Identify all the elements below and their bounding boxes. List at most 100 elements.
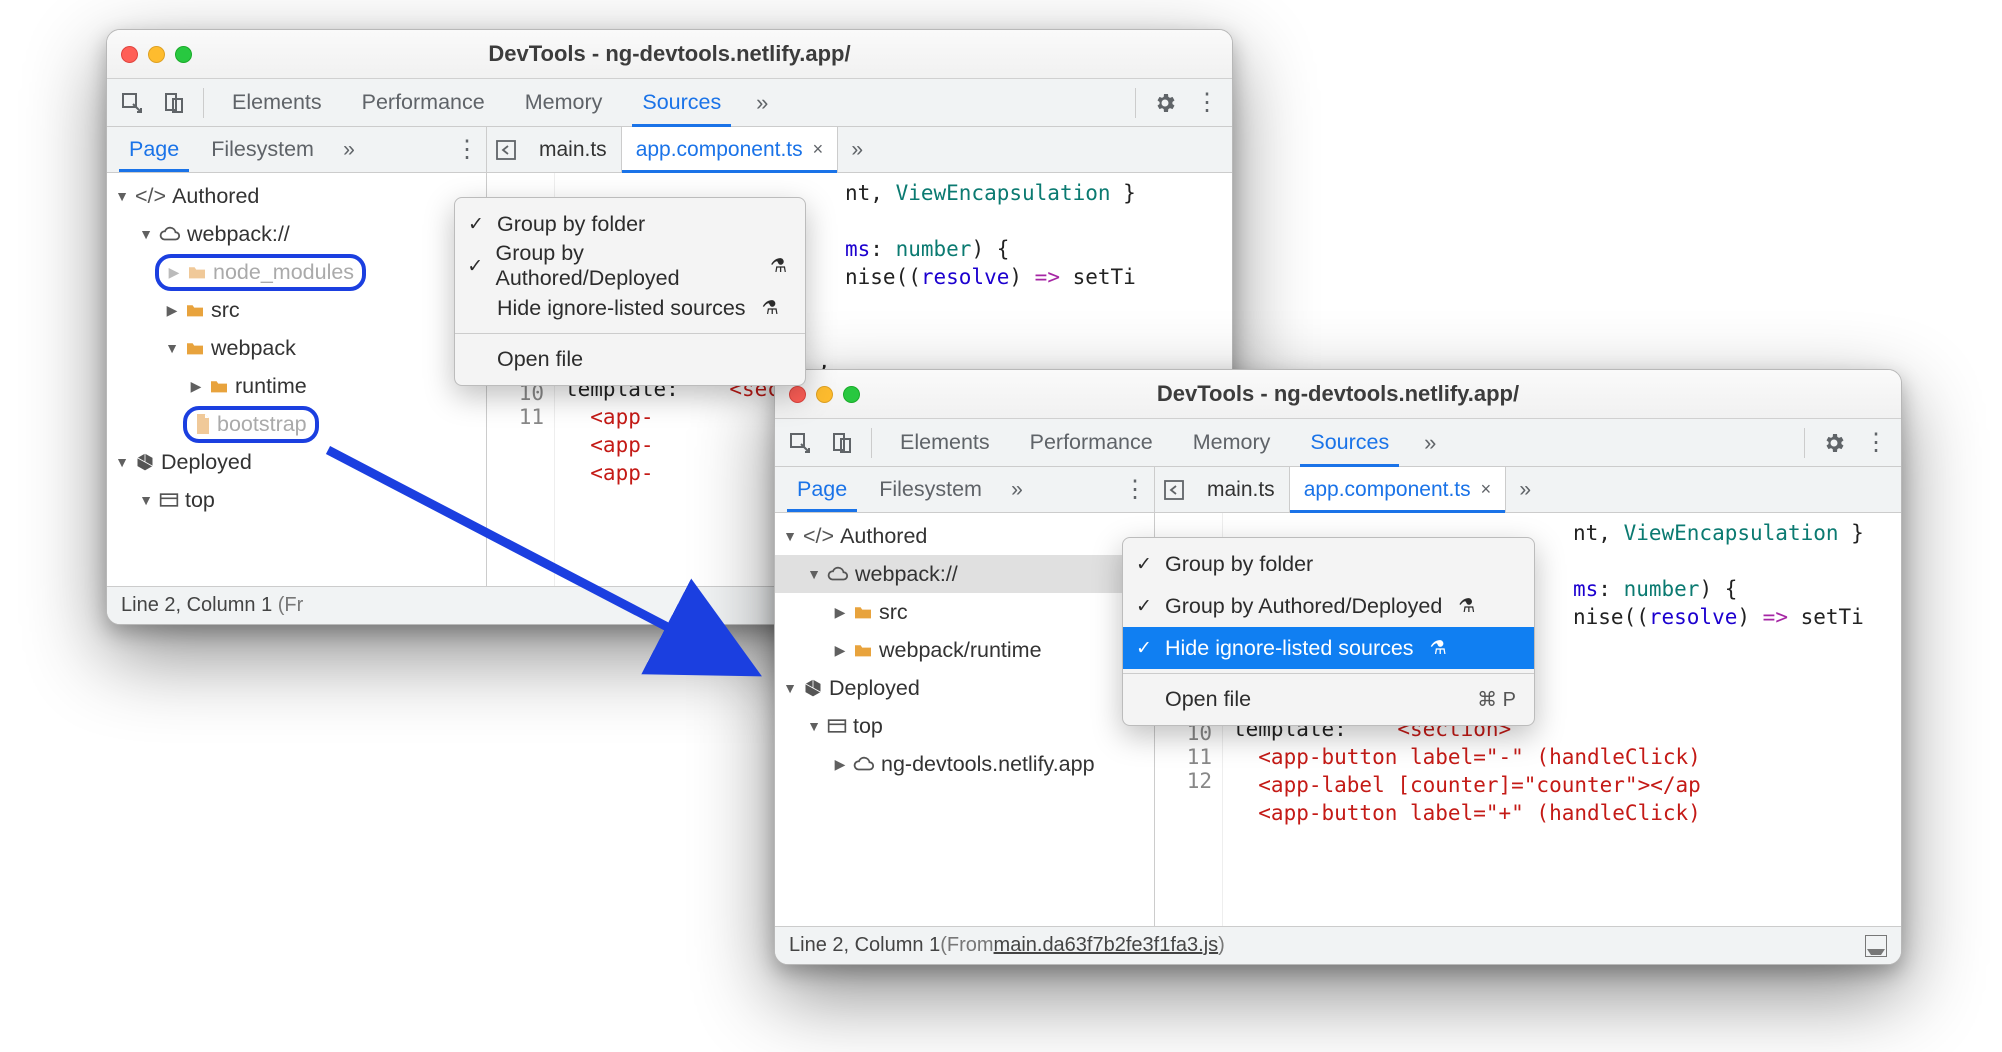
- menu-open-file[interactable]: Open file⌘ P: [1123, 678, 1534, 720]
- close-icon[interactable]: ×: [1481, 479, 1492, 500]
- tree-webpack[interactable]: ▼webpack://: [107, 215, 486, 253]
- tree-deployed[interactable]: ▼Deployed: [775, 669, 1154, 707]
- separator: [871, 428, 872, 458]
- separator: [203, 88, 204, 118]
- overflow-editor-tabs-icon[interactable]: »: [838, 131, 876, 169]
- editor-tabs: main.ts app.component.ts × »: [487, 127, 1232, 172]
- context-menu: ✓Group by folder ✓Group by Authored/Depl…: [1122, 537, 1535, 726]
- nav-back-icon[interactable]: [487, 131, 525, 169]
- menu-group-folder[interactable]: ✓Group by folder: [455, 203, 805, 245]
- menu-separator: [455, 333, 805, 334]
- editor-tab-label: app.component.ts: [636, 138, 803, 162]
- editor-tab-label: main.ts: [539, 138, 607, 162]
- separator: [1135, 88, 1136, 118]
- flask-icon: ⚗: [762, 297, 779, 320]
- tree-authored[interactable]: ▼</>Authored: [107, 177, 486, 215]
- titlebar: DevTools - ng-devtools.netlify.app/: [107, 30, 1232, 79]
- subtab-filesystem[interactable]: Filesystem: [863, 467, 998, 512]
- titlebar: DevTools - ng-devtools.netlify.app/: [775, 370, 1901, 419]
- tree-authored[interactable]: ▼</>Authored: [775, 517, 1154, 555]
- highlight-annotation: bootstrap: [183, 406, 319, 443]
- subtab-filesystem[interactable]: Filesystem: [195, 127, 330, 172]
- tab-memory[interactable]: Memory: [507, 79, 621, 126]
- tab-elements[interactable]: Elements: [882, 419, 1008, 466]
- close-window-icon[interactable]: [789, 386, 806, 403]
- minimize-window-icon[interactable]: [816, 386, 833, 403]
- tree-webpack-runtime[interactable]: ▶webpack/runtime: [775, 631, 1154, 669]
- kebab-menu-icon[interactable]: ⋮: [1188, 84, 1226, 122]
- menu-group-folder[interactable]: ✓Group by folder: [1123, 543, 1534, 585]
- traffic-lights: [789, 386, 860, 403]
- menu-group-authored[interactable]: ✓Group by Authored/Deployed⚗: [455, 245, 805, 287]
- maximize-window-icon[interactable]: [175, 46, 192, 63]
- flask-icon: ⚗: [770, 255, 787, 278]
- overflow-subtabs-icon[interactable]: »: [330, 131, 368, 169]
- minimize-window-icon[interactable]: [148, 46, 165, 63]
- window-title: DevTools - ng-devtools.netlify.app/: [1157, 381, 1519, 407]
- kebab-menu-icon[interactable]: ⋮: [1857, 424, 1895, 462]
- tree-cloud-site[interactable]: ▶ng-devtools.netlify.app: [775, 745, 1154, 783]
- close-icon[interactable]: ×: [813, 139, 824, 160]
- overflow-tabs-icon[interactable]: »: [1411, 424, 1449, 462]
- maximize-window-icon[interactable]: [843, 386, 860, 403]
- subtab-page[interactable]: Page: [113, 127, 195, 172]
- overflow-subtabs-icon[interactable]: »: [998, 471, 1036, 509]
- menu-hide-ignore[interactable]: Hide ignore-listed sources⚗: [455, 287, 805, 329]
- navigator-menu-icon[interactable]: ⋮: [448, 131, 486, 169]
- tree-top[interactable]: ▼top: [775, 707, 1154, 745]
- tree-webpack[interactable]: ▼webpack://: [775, 555, 1154, 593]
- close-window-icon[interactable]: [121, 46, 138, 63]
- statusbar: Line 2, Column 1 (From main.da63f7b2fe3f…: [775, 926, 1901, 964]
- editor-tab-appcomponent[interactable]: app.component.ts ×: [1289, 467, 1506, 512]
- sources-subbar: Page Filesystem » ⋮ main.ts app.componen…: [775, 467, 1901, 513]
- devtools-window-after: DevTools - ng-devtools.netlify.app/ Elem…: [774, 369, 1902, 965]
- file-tree: ▼</>Authored ▼webpack:// ▶src ▶webpack/r…: [775, 513, 1155, 926]
- device-toggle-icon[interactable]: [155, 84, 193, 122]
- tree-node-modules[interactable]: ▶ node_modules: [107, 253, 486, 291]
- menu-separator: [1123, 673, 1534, 674]
- navigator-tabs: Page Filesystem » ⋮: [107, 127, 487, 172]
- cursor-position: Line 2, Column 1: [789, 934, 940, 957]
- gear-icon[interactable]: [1146, 84, 1184, 122]
- drawer-toggle-icon[interactable]: [1865, 935, 1887, 957]
- highlight-annotation: ▶ node_modules: [155, 254, 366, 291]
- cursor-position: Line 2, Column 1: [121, 594, 272, 617]
- overflow-tabs-icon[interactable]: »: [743, 84, 781, 122]
- overflow-editor-tabs-icon[interactable]: »: [1506, 471, 1544, 509]
- traffic-lights: [121, 46, 192, 63]
- tree-src[interactable]: ▶src: [107, 291, 486, 329]
- tab-sources[interactable]: Sources: [1292, 419, 1407, 466]
- menu-group-authored[interactable]: ✓Group by Authored/Deployed⚗: [1123, 585, 1534, 627]
- menu-open-file[interactable]: Open file: [455, 338, 805, 380]
- device-toggle-icon[interactable]: [823, 424, 861, 462]
- editor-tab-main[interactable]: main.ts: [1193, 467, 1289, 512]
- sources-subbar: Page Filesystem » ⋮ main.ts app.componen…: [107, 127, 1232, 173]
- tab-elements[interactable]: Elements: [214, 79, 340, 126]
- editor-tab-appcomponent[interactable]: app.component.ts ×: [621, 127, 838, 172]
- flask-icon: ⚗: [1458, 595, 1475, 618]
- tab-memory[interactable]: Memory: [1175, 419, 1289, 466]
- tree-src[interactable]: ▶src: [775, 593, 1154, 631]
- separator: [1804, 428, 1805, 458]
- editor-tabs: main.ts app.component.ts × »: [1155, 467, 1901, 512]
- editor-tab-label: main.ts: [1207, 478, 1275, 502]
- select-element-icon[interactable]: [781, 424, 819, 462]
- navigator-menu-icon[interactable]: ⋮: [1116, 471, 1154, 509]
- subtab-page[interactable]: Page: [781, 467, 863, 512]
- window-title: DevTools - ng-devtools.netlify.app/: [488, 41, 850, 67]
- nav-back-icon[interactable]: [1155, 471, 1193, 509]
- tab-sources[interactable]: Sources: [624, 79, 739, 126]
- editor-tab-label: app.component.ts: [1304, 478, 1471, 502]
- tree-webpack-folder[interactable]: ▼webpack: [107, 329, 486, 367]
- menu-hide-ignore[interactable]: ✓Hide ignore-listed sources⚗: [1123, 627, 1534, 669]
- tab-performance[interactable]: Performance: [344, 79, 503, 126]
- tree-runtime[interactable]: ▶runtime: [107, 367, 486, 405]
- select-element-icon[interactable]: [113, 84, 151, 122]
- toolbar: Elements Performance Memory Sources » ⋮: [775, 419, 1901, 467]
- gear-icon[interactable]: [1815, 424, 1853, 462]
- editor-tab-main[interactable]: main.ts: [525, 127, 621, 172]
- menu-shortcut: ⌘ P: [1477, 687, 1516, 712]
- source-map-link[interactable]: main.da63f7b2fe3f1fa3.js: [994, 934, 1219, 957]
- toolbar: Elements Performance Memory Sources » ⋮: [107, 79, 1232, 127]
- tab-performance[interactable]: Performance: [1012, 419, 1171, 466]
